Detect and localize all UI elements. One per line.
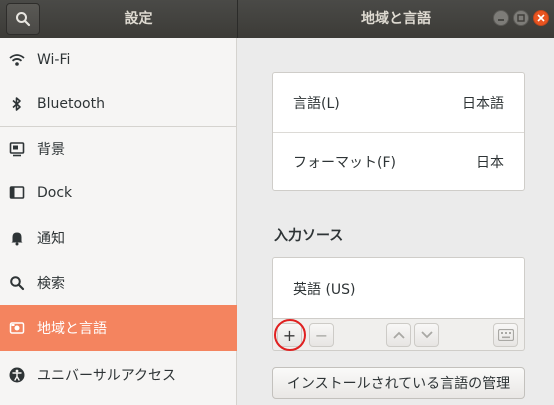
main-content: 言語(L) 日本語 フォーマット(F) 日本 入力ソース 英語 (US) + − [238, 38, 554, 405]
sidebar: Wi-Fi Bluetooth 背景 Dock 通知 検索 地域と言語 ユニバー… [0, 38, 237, 405]
language-label: 言語(L) [293, 95, 340, 112]
background-icon [9, 141, 25, 157]
language-row[interactable]: 言語(L) 日本語 [273, 73, 524, 132]
sidebar-item-wifi[interactable]: Wi-Fi [0, 38, 237, 82]
language-format-card: 言語(L) 日本語 フォーマット(F) 日本 [272, 72, 525, 191]
sidebar-item-label: 背景 [37, 142, 65, 158]
move-up-button[interactable] [386, 323, 411, 347]
sidebar-item-label: Wi-Fi [37, 52, 71, 68]
header-bar: 設定 地域と言語 [0, 0, 554, 38]
wifi-icon [9, 52, 25, 68]
format-value: 日本 [476, 154, 504, 171]
search-icon [16, 12, 31, 27]
sidebar-item-bluetooth[interactable]: Bluetooth [0, 82, 237, 126]
bluetooth-icon [9, 96, 25, 112]
keyboard-layout-button[interactable] [493, 323, 518, 347]
close-button[interactable] [533, 10, 549, 26]
sidebar-item-label: 検索 [37, 276, 65, 292]
sidebar-item-label: 通知 [37, 231, 65, 247]
bell-icon [9, 230, 25, 246]
sidebar-item-label: Dock [37, 185, 73, 201]
chevron-up-icon [392, 331, 405, 339]
sidebar-item-notifications[interactable]: 通知 [0, 215, 237, 261]
sidebar-item-background[interactable]: 背景 [0, 127, 237, 171]
sidebar-item-label: Bluetooth [37, 96, 105, 112]
keyboard-icon [497, 329, 514, 341]
input-source-label: 英語 (US) [293, 282, 356, 298]
accessibility-icon [9, 367, 25, 383]
close-icon [537, 14, 545, 22]
input-sources-toolbar: + − [272, 319, 525, 351]
dock-icon [9, 185, 25, 201]
remove-input-source-button[interactable]: − [309, 323, 334, 347]
format-label: フォーマット(F) [293, 154, 396, 171]
sidebar-item-label: ユニバーサルアクセス [37, 368, 177, 384]
manage-installed-languages-button[interactable]: インストールされている言語の管理 [272, 367, 525, 399]
sidebar-item-dock[interactable]: Dock [0, 171, 237, 215]
settings-title: 設定 [124, 11, 153, 27]
maximize-icon [517, 14, 525, 22]
search-icon [9, 275, 25, 291]
sidebar-item-universal-access[interactable]: ユニバーサルアクセス [0, 351, 237, 399]
input-sources-title: 入力ソース [274, 228, 344, 244]
sidebar-item-region-language[interactable]: 地域と言語 [0, 305, 237, 351]
region-icon [9, 320, 25, 336]
minimize-button[interactable] [493, 10, 509, 26]
input-source-item[interactable]: 英語 (US) [273, 258, 524, 320]
sidebar-item-label: 地域と言語 [37, 321, 107, 337]
language-value: 日本語 [462, 95, 504, 112]
minimize-icon [498, 19, 504, 21]
minus-icon: − [314, 325, 329, 345]
sidebar-item-search[interactable]: 検索 [0, 261, 237, 305]
highlight-circle [274, 319, 306, 351]
input-sources-list: 英語 (US) [272, 257, 525, 319]
maximize-button[interactable] [513, 10, 529, 26]
format-row[interactable]: フォーマット(F) 日本 [273, 133, 524, 190]
chevron-down-icon [420, 331, 433, 339]
search-button[interactable] [6, 3, 40, 35]
move-down-button[interactable] [414, 323, 439, 347]
